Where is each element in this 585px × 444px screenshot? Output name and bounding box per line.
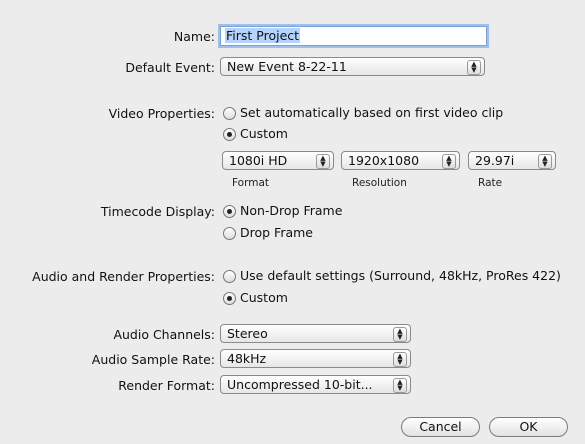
resolution-value: 1920x1080	[348, 153, 420, 168]
audio-custom-option-label: Custom	[240, 290, 288, 305]
video-auto-radio[interactable]	[223, 107, 236, 120]
audio-sample-rate-value: 48kHz	[227, 351, 267, 366]
default-event-label: Default Event:	[125, 60, 215, 75]
audio-default-radio[interactable]	[223, 270, 236, 283]
non-drop-frame-label: Non-Drop Frame	[240, 203, 343, 218]
ok-button[interactable]: OK	[489, 417, 568, 437]
audio-channels-popup[interactable]: Stereo ▲ ▼	[220, 324, 411, 343]
audio-sample-rate-popup[interactable]: 48kHz ▲ ▼	[220, 349, 411, 368]
audio-custom-radio[interactable]	[223, 292, 236, 305]
audio-channels-value: Stereo	[227, 326, 268, 341]
video-custom-radio[interactable]	[223, 128, 236, 141]
drop-frame-radio[interactable]	[223, 227, 236, 240]
up-down-arrows-icon: ▲ ▼	[538, 154, 552, 169]
cancel-button[interactable]: Cancel	[401, 417, 480, 437]
up-down-arrows-icon: ▲ ▼	[316, 154, 330, 169]
resolution-caption: Resolution	[352, 177, 407, 189]
rate-value: 29.97i	[475, 153, 515, 168]
name-label: Name:	[173, 29, 215, 44]
up-down-arrows-icon: ▲ ▼	[442, 154, 456, 169]
video-auto-option-label: Set automatically based on first video c…	[240, 105, 504, 120]
audio-render-label: Audio and Render Properties:	[32, 269, 215, 284]
video-properties-label: Video Properties:	[108, 106, 215, 121]
timecode-display-label: Timecode Display:	[100, 204, 215, 219]
default-event-popup[interactable]: New Event 8-22-11 ▲ ▼	[220, 57, 485, 76]
drop-frame-label: Drop Frame	[240, 225, 313, 240]
rate-caption: Rate	[478, 177, 503, 189]
format-value: 1080i HD	[229, 153, 288, 168]
name-field[interactable]: First Project	[220, 26, 487, 46]
render-format-value: Uncompressed 10-bit...	[227, 377, 373, 392]
audio-default-option-label: Use default settings (Surround, 48kHz, P…	[240, 268, 561, 283]
up-down-arrows-icon: ▲ ▼	[393, 352, 407, 367]
audio-sample-rate-label: Audio Sample Rate:	[91, 352, 215, 367]
format-caption: Format	[232, 177, 270, 189]
up-down-arrows-icon: ▲ ▼	[393, 378, 407, 393]
rate-popup[interactable]: 29.97i ▲ ▼	[468, 151, 556, 170]
video-custom-option-label: Custom	[240, 126, 288, 141]
name-field-value: First Project	[225, 28, 301, 43]
render-format-popup[interactable]: Uncompressed 10-bit... ▲ ▼	[220, 375, 411, 394]
new-project-dialog: Name: First Project Default Event: New E…	[0, 0, 585, 444]
up-down-arrows-icon: ▲ ▼	[393, 327, 407, 342]
default-event-value: New Event 8-22-11	[227, 59, 347, 74]
audio-channels-label: Audio Channels:	[113, 327, 215, 342]
resolution-popup[interactable]: 1920x1080 ▲ ▼	[341, 151, 460, 170]
up-down-arrows-icon: ▲ ▼	[467, 60, 481, 75]
format-popup[interactable]: 1080i HD ▲ ▼	[222, 151, 334, 170]
render-format-label: Render Format:	[118, 378, 215, 393]
non-drop-frame-radio[interactable]	[223, 205, 236, 218]
